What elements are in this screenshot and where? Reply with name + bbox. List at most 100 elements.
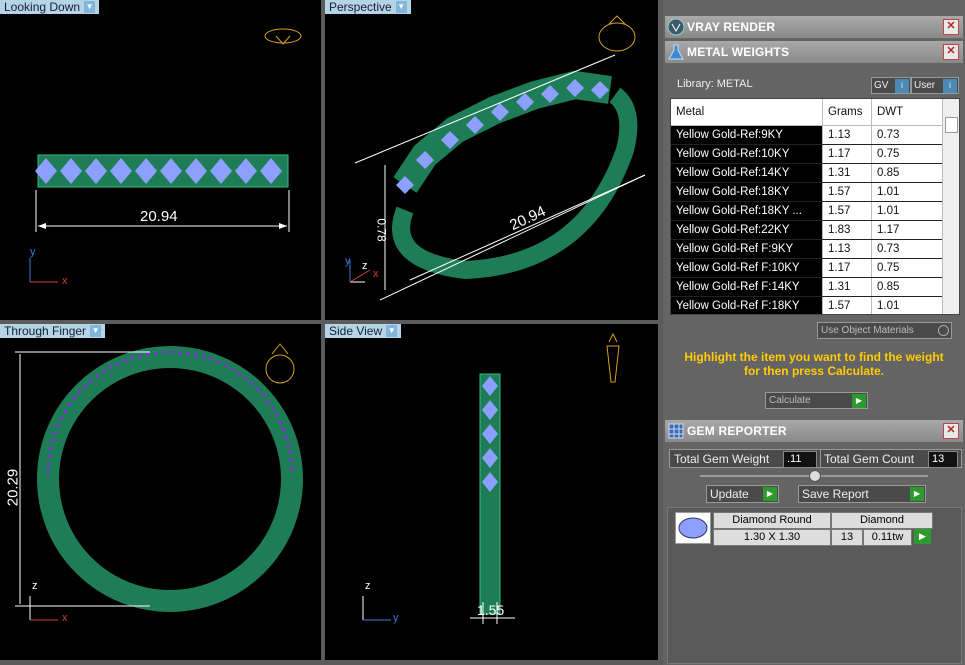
play-icon: ▶ xyxy=(763,487,777,501)
gem-weight: 0.11tw xyxy=(863,529,912,546)
grams-cell: 1.17 xyxy=(822,144,872,164)
user-button[interactable]: User i xyxy=(911,77,959,94)
viewport-looking-down[interactable]: Looking Down ▼ 20.94 y x xyxy=(0,0,321,320)
update-label: Update xyxy=(710,487,749,501)
play-icon: ▶ xyxy=(910,487,924,501)
close-icon[interactable]: ✕ xyxy=(943,44,959,60)
slider-handle[interactable] xyxy=(809,470,821,482)
axis-label: y xyxy=(345,255,351,267)
calculate-button[interactable]: Calculate ▶ xyxy=(765,392,868,409)
table-row[interactable]: Yellow Gold-Ref:14KY 1.31 0.85 xyxy=(671,163,943,183)
column-header[interactable]: DWT xyxy=(871,99,943,126)
save-report-button[interactable]: Save Report ▶ xyxy=(798,485,926,503)
column-header[interactable]: Metal xyxy=(671,99,823,126)
viewport-label[interactable]: Perspective ▼ xyxy=(325,0,411,14)
metal-name-cell: Yellow Gold-Ref:18KY ... xyxy=(671,201,823,221)
dwt-cell: 1.17 xyxy=(871,220,943,240)
info-icon: i xyxy=(943,78,957,93)
gv-label: GV xyxy=(874,80,889,91)
axis-label: y xyxy=(30,246,36,258)
metal-weights-header[interactable]: METAL WEIGHTS ✕ xyxy=(665,41,963,64)
dwt-cell: 0.75 xyxy=(871,258,943,278)
metal-name-cell: Yellow Gold-Ref F:9KY xyxy=(671,239,823,259)
dwt-cell: 0.73 xyxy=(871,125,943,145)
grid-icon xyxy=(665,420,687,442)
table-row[interactable]: Yellow Gold-Ref:18KY 1.57 1.01 xyxy=(671,182,943,202)
metal-name-cell: Yellow Gold-Ref:22KY xyxy=(671,220,823,240)
dwt-cell: 1.01 xyxy=(871,296,943,314)
column-header[interactable]: Grams xyxy=(822,99,872,126)
gem-thumbnail[interactable] xyxy=(675,512,711,544)
table-row[interactable]: Yellow Gold-Ref F:14KY 1.31 0.85 xyxy=(671,277,943,297)
scrollbar[interactable] xyxy=(942,99,959,314)
chevron-down-icon[interactable]: ▼ xyxy=(395,1,407,13)
update-button[interactable]: Update ▶ xyxy=(706,485,779,503)
grams-cell: 1.57 xyxy=(822,182,872,202)
ring-top-view xyxy=(29,28,302,283)
table-row[interactable]: Yellow Gold-Ref F:9KY 1.13 0.73 xyxy=(671,239,943,259)
grams-cell: 1.57 xyxy=(822,296,872,314)
viewport-label[interactable]: Looking Down ▼ xyxy=(0,0,100,14)
dimension-label: 1.55 xyxy=(477,602,505,618)
viewport-label[interactable]: Side View ▼ xyxy=(325,324,402,338)
metal-name-cell: Yellow Gold-Ref:10KY xyxy=(671,144,823,164)
grams-cell: 1.31 xyxy=(822,277,872,297)
gem-size: 1.30 X 1.30 xyxy=(713,529,831,546)
use-object-materials-toggle[interactable]: Use Object Materials xyxy=(817,322,952,339)
play-icon: ▶ xyxy=(852,393,866,408)
panel-title: GEM REPORTER xyxy=(687,424,787,438)
scroll-thumb[interactable] xyxy=(945,117,958,133)
gem-go-button[interactable]: ▶ xyxy=(914,529,931,544)
close-icon[interactable]: ✕ xyxy=(943,19,959,35)
hint-text: Highlight the item you want to find the … xyxy=(684,350,944,378)
grams-cell: 1.31 xyxy=(822,163,872,183)
viewport-side-view[interactable]: Side View ▼ 1.55 z y xyxy=(325,324,658,660)
grams-cell: 1.13 xyxy=(822,125,872,145)
calculate-label: Calculate xyxy=(769,395,811,406)
metal-table[interactable]: Metal Grams DWT Yellow Gold-Ref:9KY 1.13 0… xyxy=(670,98,960,315)
axis-label: z xyxy=(32,580,38,592)
table-row[interactable]: Yellow Gold-Ref F:10KY 1.17 0.75 xyxy=(671,258,943,278)
axis-label: z xyxy=(362,260,368,272)
metal-name-cell: Yellow Gold-Ref:14KY xyxy=(671,163,823,183)
dwt-cell: 0.75 xyxy=(871,144,943,164)
dimension-label: 20.29 xyxy=(4,468,22,507)
viewport-label[interactable]: Through Finger ▼ xyxy=(0,324,106,338)
grams-cell: 1.17 xyxy=(822,258,872,278)
metal-name-cell: Yellow Gold-Ref:9KY xyxy=(671,125,823,145)
viewport-through-finger[interactable]: Through Finger ▼ 20.29 z x xyxy=(0,324,321,660)
table-row[interactable]: Yellow Gold-Ref:18KY ... 1.57 1.01 xyxy=(671,201,943,221)
viewport-name: Perspective xyxy=(329,0,392,14)
dwt-cell: 0.85 xyxy=(871,163,943,183)
axis-label: z xyxy=(365,580,371,592)
grams-cell: 1.57 xyxy=(822,201,872,221)
gem-type: Diamond xyxy=(831,512,933,529)
table-row[interactable]: Yellow Gold-Ref:22KY 1.83 1.17 xyxy=(671,220,943,240)
table-row[interactable]: Yellow Gold-Ref:10KY 1.17 0.75 xyxy=(671,144,943,164)
close-icon[interactable]: ✕ xyxy=(943,423,959,439)
panel-title: VRAY RENDER xyxy=(687,20,776,34)
axis-label: y xyxy=(393,612,399,624)
axis-label: x xyxy=(373,268,379,280)
viewport-perspective[interactable]: Perspective ▼ 20.94 0.78 y z x xyxy=(325,0,658,320)
dimension-label: 0.78 xyxy=(374,218,389,242)
table-row[interactable]: Yellow Gold-Ref:9KY 1.13 0.73 xyxy=(671,125,943,145)
chevron-down-icon[interactable]: ▼ xyxy=(386,325,398,337)
chevron-down-icon[interactable]: ▼ xyxy=(84,1,96,13)
chevron-down-icon[interactable]: ▼ xyxy=(90,325,102,337)
ring-front-view xyxy=(15,343,303,621)
user-label: User xyxy=(914,80,936,91)
gv-button[interactable]: GV i xyxy=(871,77,911,94)
radio-icon xyxy=(938,325,949,336)
dwt-cell: 1.01 xyxy=(871,201,943,221)
metal-name-cell: Yellow Gold-Ref F:10KY xyxy=(671,258,823,278)
axis-label: x xyxy=(62,275,68,287)
gem-name: Diamond Round xyxy=(713,512,831,529)
viewport-name: Side View xyxy=(329,324,383,338)
gem-reporter-header[interactable]: GEM REPORTER ✕ xyxy=(665,420,963,443)
metal-name-cell: Yellow Gold-Ref F:18KY xyxy=(671,296,823,314)
table-row[interactable]: Yellow Gold-Ref F:18KY 1.57 1.01 xyxy=(671,296,943,314)
vray-render-header[interactable]: VRAY RENDER ✕ xyxy=(665,16,963,39)
use-object-label: Use Object Materials xyxy=(821,325,914,336)
flask-icon xyxy=(665,41,687,63)
